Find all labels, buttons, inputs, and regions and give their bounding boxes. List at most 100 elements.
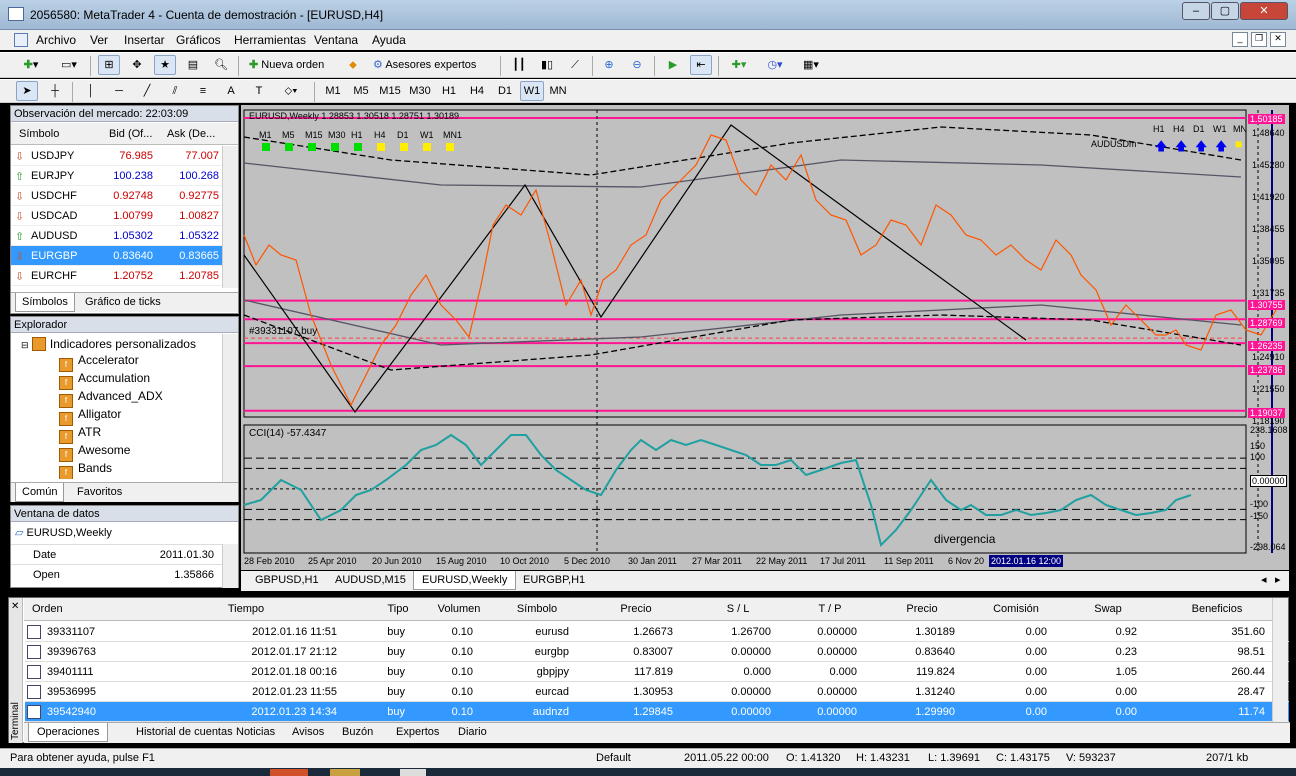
timeframe-m5[interactable]: M5 (348, 81, 374, 101)
timeframe-m30[interactable]: M30 (406, 81, 434, 101)
chart-canvas[interactable] (241, 105, 1289, 570)
timeframe-d1[interactable]: D1 (492, 81, 518, 101)
fibonacci-icon[interactable]: ≡ (192, 81, 214, 101)
indicator-item[interactable]: f Advanced_ADX (59, 389, 163, 408)
indicator-item[interactable]: f ATR (59, 425, 101, 444)
timeframe-h1[interactable]: H1 (436, 81, 462, 101)
chart-tab-eurgbp[interactable]: EURGBP,H1 (515, 574, 593, 586)
data-window-scrollbar[interactable] (222, 544, 238, 588)
taskbar-app-icon[interactable] (270, 769, 308, 776)
terminal-tab-3[interactable]: Avisos (292, 726, 324, 738)
terminal-tab-1[interactable]: Historial de cuentas (136, 726, 233, 738)
order-row[interactable]: 39396763 2012.01.17 21:12 buy 0.10 eurgbp 0.8… (25, 642, 1289, 662)
cursor-icon[interactable]: ➤ (16, 81, 38, 101)
menu-insertar[interactable]: Insertar (124, 33, 165, 47)
timeframe-w1[interactable]: W1 (520, 81, 544, 101)
terminal-tab-2[interactable]: Noticias (236, 726, 275, 738)
close-button[interactable]: ✕ (1240, 2, 1288, 20)
menu-ver[interactable]: Ver (90, 33, 108, 47)
new-order-button[interactable]: ✚ Nueva orden (244, 55, 340, 75)
scroll-left-icon[interactable]: ◂ (1261, 573, 1267, 586)
channel-icon[interactable]: ⫽ (164, 81, 186, 101)
col-bid[interactable]: Bid (Of... (109, 128, 152, 140)
terminal-col-header[interactable]: Orden (24, 603, 134, 615)
new-chart-button[interactable]: ✚▾ (16, 55, 46, 75)
chart-shift-icon[interactable]: ⇤ (690, 55, 712, 75)
zoom-in-icon[interactable]: ⊕ (598, 55, 620, 75)
zoom-out-icon[interactable]: ⊖ (626, 55, 648, 75)
taskbar-app-icon[interactable] (400, 769, 426, 776)
crosshair-icon[interactable]: ┼ (44, 81, 66, 101)
line-chart-icon[interactable]: ⟋ (564, 55, 586, 75)
profiles-button[interactable]: ▭▾ (54, 55, 84, 75)
terminal-col-header[interactable]: Swap (1066, 603, 1150, 615)
terminal-col-header[interactable]: Beneficios (1156, 603, 1278, 615)
timeframe-m15[interactable]: M15 (376, 81, 404, 101)
terminal-col-header[interactable]: Comisión (972, 603, 1060, 615)
tree-root[interactable]: ⊟ Indicadores personalizados (21, 337, 196, 351)
market-row-usdchf[interactable]: ⇩ USDCHF 0.92748 0.92775 (11, 186, 233, 206)
menu-ayuda[interactable]: Ayuda (372, 33, 406, 47)
terminal-scrollbar[interactable] (1272, 598, 1288, 722)
terminal-col-header[interactable]: Tipo (378, 603, 418, 615)
terminal-tab-6[interactable]: Diario (458, 726, 487, 738)
warning-icon[interactable]: ⬥ (342, 55, 364, 75)
order-row[interactable]: 39542940 2012.01.23 14:34 buy 0.10 audnzd 1.2… (25, 702, 1289, 722)
terminal-col-header[interactable]: Precio (876, 603, 968, 615)
indicator-item[interactable]: f Awesome (59, 443, 130, 462)
auto-scroll-icon[interactable]: ▶︎ (662, 55, 684, 75)
tab-favoritos[interactable]: Favoritos (77, 486, 122, 498)
timeframe-h4[interactable]: H4 (464, 81, 490, 101)
chart-tab-audusd[interactable]: AUDUSD,M15 (327, 574, 414, 586)
chart-window[interactable]: EURUSD,Weekly 1.28853 1.30518 1.28751 1.… (241, 105, 1289, 570)
strategy-tester-icon[interactable]: 🔍︎ (210, 55, 232, 75)
taskbar-app-icon[interactable] (330, 769, 360, 776)
terminal-tab-5[interactable]: Expertos (396, 726, 439, 738)
terminal-col-header[interactable]: Símbolo (492, 603, 582, 615)
trendline-icon[interactable]: ╱ (136, 81, 158, 101)
menu-herramientas[interactable]: Herramientas (234, 33, 306, 47)
candle-chart-icon[interactable]: ▮▯ (536, 55, 558, 75)
market-watch-scrollbar[interactable] (222, 146, 238, 288)
templates-button-icon[interactable]: ▦▾ (796, 55, 826, 75)
maximize-button[interactable]: ▢ (1211, 2, 1239, 20)
bar-chart-icon[interactable]: ┃┃ (508, 55, 530, 75)
text-tool-button[interactable]: A (220, 81, 242, 101)
timeframe-m1[interactable]: M1 (320, 81, 346, 101)
market-row-eurgbp[interactable]: ⇩ EURGBP 0.83640 0.83665 (11, 246, 233, 266)
col-ask[interactable]: Ask (De... (167, 128, 215, 140)
terminal-col-header[interactable]: Volumen (432, 603, 486, 615)
horizontal-line-icon[interactable]: ─ (108, 81, 130, 101)
minimize-button[interactable]: – (1182, 2, 1210, 20)
menu-ventana[interactable]: Ventana (314, 33, 358, 47)
market-row-usdjpy[interactable]: ⇩ USDJPY 76.985 77.007 (11, 146, 233, 166)
order-row[interactable]: 39401111 2012.01.18 00:16 buy 0.10 gbpjpy 117… (25, 662, 1289, 682)
indicator-item[interactable]: f Accumulation (59, 371, 150, 390)
mdi-restore-button[interactable]: ❐ (1251, 32, 1267, 47)
order-row[interactable]: 39536995 2012.01.23 11:55 buy 0.10 eurcad 1.3… (25, 682, 1289, 702)
arrows-tool-icon[interactable]: ⬦▾ (276, 81, 306, 101)
terminal-col-header[interactable]: Precio (586, 603, 686, 615)
market-row-eurchf[interactable]: ⇩ EURCHF 1.20752 1.20785 (11, 266, 233, 286)
menu-graficos[interactable]: Gráficos (176, 33, 221, 47)
mdi-minimize-button[interactable]: _ (1232, 32, 1248, 47)
label-tool-icon[interactable]: T (248, 81, 270, 101)
terminal-tab-0[interactable]: Operaciones (28, 723, 109, 742)
vertical-line-icon[interactable]: │ (80, 81, 102, 101)
terminal-col-header[interactable]: Tiempo (142, 603, 350, 615)
indicator-item[interactable]: f Bands (59, 461, 112, 479)
indicators-button-icon[interactable]: ✚▾ (724, 55, 754, 75)
market-row-audusd[interactable]: ⇧ AUDUSD 1.05302 1.05322 (11, 226, 233, 246)
order-row[interactable]: 39331107 2012.01.16 11:51 buy 0.10 eurusd 1.2… (25, 622, 1289, 642)
terminal-col-header[interactable]: S / L (692, 603, 784, 615)
indicator-item[interactable]: f Alligator (59, 407, 121, 426)
expert-advisors-button[interactable]: ⚙ Asesores expertos (368, 55, 492, 75)
terminal-col-header[interactable]: T / P (790, 603, 870, 615)
menu-archivo[interactable]: Archivo (36, 33, 76, 47)
tab-grafico-ticks[interactable]: Gráfico de ticks (85, 296, 161, 308)
market-row-usdcad[interactable]: ⇩ USDCAD 1.00799 1.00827 (11, 206, 233, 226)
tab-simbolos[interactable]: Símbolos (15, 293, 75, 312)
chart-tab-gbpusd[interactable]: GBPUSD,H1 (247, 574, 327, 586)
col-symbol[interactable]: Símbolo (19, 128, 59, 140)
timeframe-mn[interactable]: MN (546, 81, 570, 101)
